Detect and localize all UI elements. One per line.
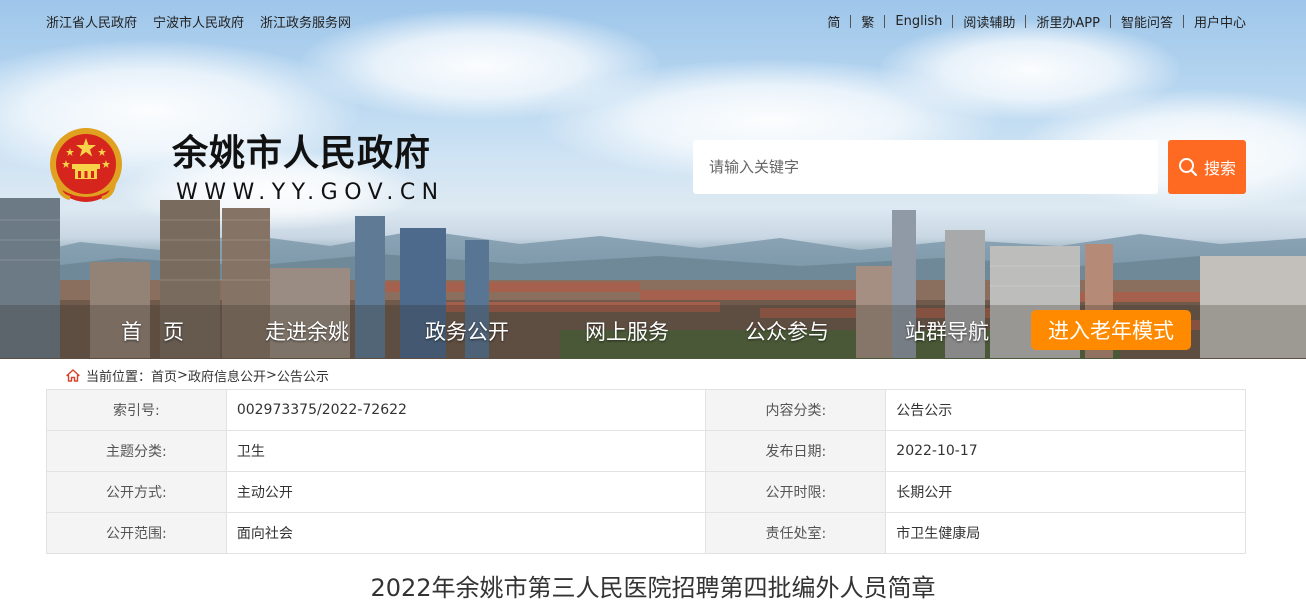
meta-value: 长期公开	[885, 471, 1246, 513]
meta-value: 公告公示	[885, 389, 1246, 431]
link-reading-aid[interactable]: 阅读辅助	[953, 12, 1025, 31]
search-button-label: 搜索	[1203, 159, 1236, 178]
document-meta-table: 索引号: 002973375/2022-72622 内容分类: 公告公示 主题分…	[46, 389, 1246, 554]
meta-key: 公开方式:	[46, 471, 227, 513]
nav-item-site-navigation[interactable]: 站群导航	[905, 316, 989, 346]
link-english[interactable]: English	[885, 14, 952, 29]
link-zhejiang-service[interactable]: 浙江政务服务网	[260, 12, 351, 31]
meta-value: 卫生	[225, 430, 707, 472]
search-icon	[1178, 158, 1198, 177]
meta-value: 面向社会	[225, 512, 707, 554]
meta-key: 内容分类:	[705, 389, 887, 431]
link-traditional[interactable]: 繁	[851, 12, 884, 31]
site-url: WWW.YY.GOV.CN	[176, 180, 445, 205]
breadcrumb-gov-info[interactable]: 政府信息公开	[188, 366, 266, 385]
meta-key: 主题分类:	[46, 430, 227, 472]
link-zheliban-app[interactable]: 浙里办APP	[1026, 12, 1110, 31]
breadcrumb-notice[interactable]: 公告公示	[277, 366, 329, 385]
breadcrumb: 当前位置： 首页 > 政府信息公开 > 公告公示	[66, 366, 329, 385]
meta-value: 2022-10-17	[885, 430, 1246, 472]
elder-mode-button[interactable]: 进入老年模式	[1031, 310, 1191, 350]
table-row: 主题分类: 卫生 发布日期: 2022-10-17	[46, 430, 1246, 472]
breadcrumb-separator: >	[177, 368, 188, 383]
nav-item-online-services[interactable]: 网上服务	[585, 316, 669, 346]
meta-key: 公开时限:	[705, 471, 887, 513]
top-links-left: 浙江省人民政府 宁波市人民政府 浙江政务服务网	[46, 12, 351, 31]
search-input[interactable]	[693, 140, 1158, 194]
breadcrumb-prefix: 当前位置：	[86, 370, 152, 385]
meta-value: 市卫生健康局	[885, 512, 1246, 554]
site-title: 余姚市人民政府	[172, 133, 432, 174]
nav-item-home[interactable]: 首 页	[121, 316, 184, 346]
nav-item-about-yuyao[interactable]: 走进余姚	[265, 316, 349, 346]
link-simplified[interactable]: 简	[817, 12, 850, 31]
search-button[interactable]: 搜索	[1168, 140, 1246, 194]
table-row: 公开方式: 主动公开 公开时限: 长期公开	[46, 471, 1246, 513]
meta-value: 002973375/2022-72622	[225, 389, 707, 431]
meta-key: 公开范围:	[46, 512, 227, 554]
nav-item-gov-affairs[interactable]: 政务公开	[425, 316, 509, 346]
breadcrumb-home[interactable]: 首页	[151, 366, 177, 385]
meta-key: 索引号:	[46, 389, 227, 431]
meta-key: 发布日期:	[705, 430, 887, 472]
home-icon	[66, 369, 80, 382]
table-row: 公开范围: 面向社会 责任处室: 市卫生健康局	[46, 512, 1246, 554]
meta-value: 主动公开	[225, 471, 707, 513]
article-title: 2022年余姚市第三人民医院招聘第四批编外人员简章	[370, 574, 936, 602]
link-ningbo-gov[interactable]: 宁波市人民政府	[153, 12, 244, 31]
link-user-center[interactable]: 用户中心	[1184, 12, 1246, 31]
link-zhejiang-gov[interactable]: 浙江省人民政府	[46, 12, 137, 31]
top-links-right: 简 繁 English 阅读辅助 浙里办APP 智能问答 用户中心	[817, 12, 1246, 31]
breadcrumb-separator: >	[265, 368, 277, 383]
meta-key: 责任处室:	[705, 512, 887, 554]
national-emblem-icon	[50, 128, 122, 202]
link-smart-qa[interactable]: 智能问答	[1111, 12, 1183, 31]
nav-item-public-participation[interactable]: 公众参与	[745, 316, 829, 346]
table-row: 索引号: 002973375/2022-72622 内容分类: 公告公示	[46, 389, 1246, 431]
